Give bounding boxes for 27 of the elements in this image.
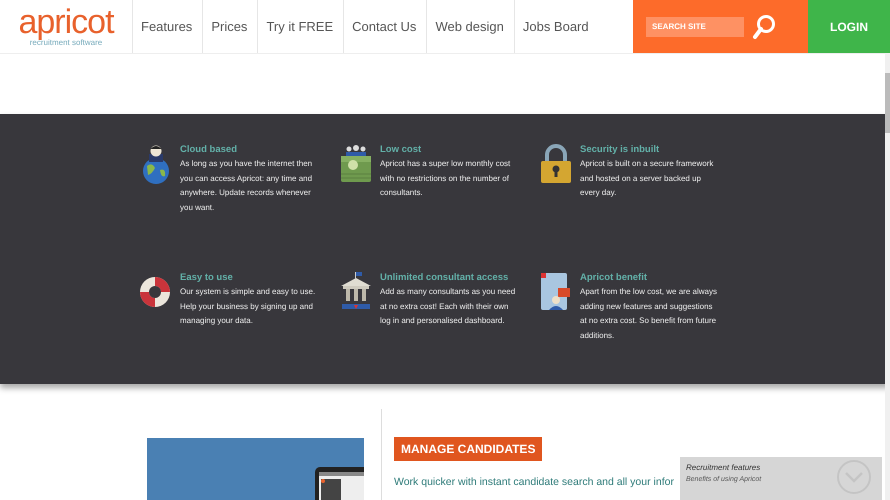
section-heading: MANAGE CANDIDATES [394, 437, 542, 461]
banknote-icon [338, 144, 374, 184]
scrollbar[interactable] [885, 53, 890, 500]
feature-title: Unlimited consultant access [380, 272, 510, 283]
feature-description: Apricot has a super low monthly cost with no restrictions on the number of consultants. [380, 158, 512, 200]
nav-link[interactable]: Contact Us [343, 0, 426, 53]
feature-description: Our system is simple and easy to use. Help your business by signing up and managing your data. [180, 286, 316, 328]
nav-link[interactable]: Web design [426, 0, 514, 53]
feature-title: Low cost [380, 144, 422, 155]
feature-title: Easy to use [180, 272, 234, 283]
feature-description: Apart from the low cost, we are always adding new features and suggestions at no extra cost. So benefit from future additions. [580, 286, 718, 342]
feature-description: As long as you have the internet then you can access Apricot: any time and anywhere. Update records whenever you want. [180, 158, 314, 214]
feature-description: Add as many consultants as you need at no extra cost! Each with their own log in and personalised dashboard. [380, 286, 516, 328]
nav-link[interactable]: Try it FREE [257, 0, 344, 53]
popup-title: Recruitment features [686, 463, 762, 472]
feature-title: Apricot benefit [580, 272, 648, 283]
padlock-icon [538, 144, 574, 184]
section-text: Work quicker with instant candidate search and all your infor [394, 476, 674, 488]
nav-link[interactable]: Prices [202, 0, 258, 53]
feature-title: Security is inbuilt [580, 144, 660, 155]
logo-tagline: recruitment software [30, 38, 102, 46]
nav-link[interactable]: Jobs Board [514, 0, 599, 53]
nav-link[interactable]: Features [132, 0, 202, 53]
search-field[interactable]: SEARCH SITE [646, 16, 744, 36]
feature-description: Apricot is built on a secure framework and hosted on a server backed up every day. [580, 158, 714, 200]
search-icon[interactable] [752, 14, 776, 40]
feature-title: Cloud based [180, 144, 238, 155]
